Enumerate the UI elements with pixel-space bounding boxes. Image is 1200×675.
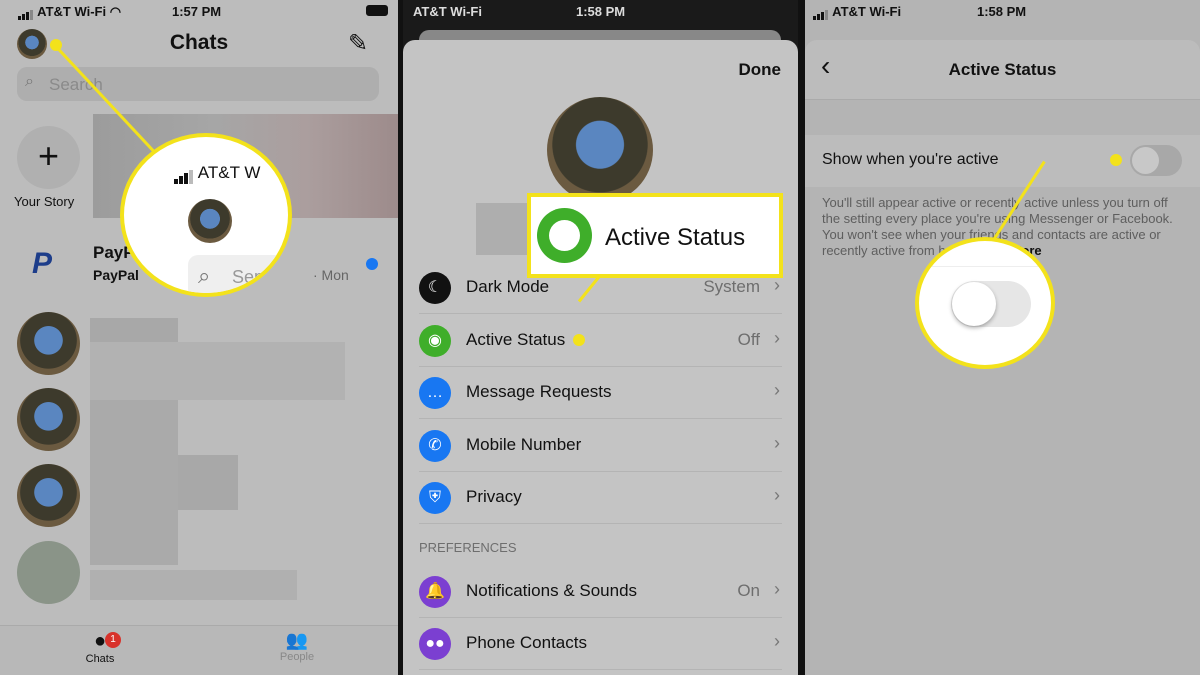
contacts-icon: ●● (419, 628, 451, 660)
chat-time: · Mon (313, 267, 349, 283)
status-bar: AT&T Wi-Fi (813, 4, 902, 21)
chevron-right-icon: › (774, 631, 780, 651)
search-input[interactable]: ⌕ Search (17, 67, 379, 101)
unread-dot (366, 258, 378, 270)
chat-avatar[interactable] (17, 312, 80, 375)
unread-badge: 1 (105, 632, 121, 648)
clock: 1:57 PM (172, 4, 222, 19)
nav-bar: ‹ Active Status (805, 40, 1200, 100)
toggle-zoomed (951, 281, 1031, 327)
callout-status: AT&T W (174, 163, 260, 184)
chat-avatar[interactable] (17, 541, 80, 604)
people-icon: 👥 (285, 630, 309, 650)
item-label: Dark Mode (466, 277, 550, 296)
phone-icon: ✆ (419, 429, 451, 462)
settings-item-notifications[interactable]: 🔔 Notifications & Sounds On › (419, 566, 782, 618)
compose-icon[interactable]: ✎ (348, 29, 368, 58)
callout-dot (50, 39, 62, 51)
settings-item-mobile-number[interactable]: ✆ Mobile Number › (419, 420, 782, 472)
item-value: On (737, 581, 760, 600)
chevron-right-icon: › (774, 579, 780, 599)
chevron-right-icon: › (774, 275, 780, 295)
callout-label: Active Status (605, 224, 746, 251)
item-value: System (703, 277, 760, 296)
callout-dot (1110, 154, 1122, 166)
shield-icon: ⛨ (419, 482, 451, 514)
toggle-row: Show when you're active (805, 135, 1200, 187)
blurred-chat (90, 342, 345, 400)
search-icon: ⌕ (25, 73, 34, 90)
add-story-button[interactable]: + (17, 126, 80, 189)
clock: 1:58 PM (576, 4, 626, 19)
chats-screen: AT&T Wi-Fi ◠ 1:57 PM Chats ✎ ⌕ Search + … (0, 0, 398, 675)
chat-bubble-icon: … (419, 377, 451, 409)
zoom-callout: Active Status (527, 193, 783, 278)
divider (919, 266, 1051, 267)
battery-icon (366, 5, 388, 16)
tab-people[interactable]: 👥 People (272, 630, 322, 663)
active-status-icon: ◉ (419, 324, 451, 357)
blurred-chat (178, 455, 238, 510)
section-header: PREFERENCES (419, 540, 517, 555)
signal-icon (813, 5, 829, 21)
active-toggle[interactable] (1130, 145, 1182, 176)
search-icon: ⌕ (198, 263, 211, 288)
your-story-label: Your Story (14, 194, 75, 209)
chat-preview: PayPal (93, 267, 139, 283)
chevron-right-icon: › (774, 432, 780, 453)
blurred-chat (90, 570, 297, 600)
item-label: Message Requests (466, 382, 612, 401)
zoom-callout: AT&T W ⌕ Sept f... (120, 133, 292, 297)
item-label: Privacy (466, 487, 522, 506)
chevron-right-icon: › (774, 380, 780, 400)
zoom-callout (915, 237, 1055, 369)
item-label: Phone Contacts (466, 633, 587, 652)
tab-chats[interactable]: ● Chats 1 (80, 630, 121, 665)
chat-avatar[interactable] (17, 388, 80, 451)
chevron-right-icon: › (774, 485, 780, 505)
blurred-chat (90, 400, 178, 565)
signal-icon (18, 5, 34, 21)
page-title: Active Status (948, 60, 1057, 79)
profile-photo[interactable] (547, 97, 653, 203)
settings-item-active-status[interactable]: ◉ Active Status Off › (419, 315, 782, 367)
callout-carrier: AT&T W (197, 163, 261, 182)
callout-search: ⌕ Sept f... (188, 255, 292, 293)
tab-label: Chats (85, 653, 115, 665)
status-bar: AT&T Wi-Fi (413, 4, 482, 19)
chevron-right-icon: › (774, 327, 780, 348)
tab-label: People (279, 651, 315, 663)
chat-avatar[interactable] (17, 464, 80, 527)
callout-search-text: Sept f... (232, 267, 292, 287)
signal-icon (174, 164, 194, 184)
settings-screen: AT&T Wi-Fi 1:58 PM Done ☾ Dark Mode System… (403, 0, 798, 675)
moon-icon: ☾ (419, 272, 451, 304)
clock: 1:58 PM (977, 4, 1027, 19)
item-label: Active Status (466, 329, 566, 349)
toggle-label: Show when you're active (822, 151, 999, 168)
carrier: AT&T Wi-Fi (37, 4, 107, 19)
bell-icon: 🔔 (419, 576, 451, 608)
settings-item-phone-contacts[interactable]: ●● Phone Contacts › (419, 618, 782, 670)
carrier: AT&T Wi-Fi (413, 4, 482, 19)
item-label: Mobile Number (466, 434, 582, 454)
done-button[interactable]: Done (739, 60, 782, 80)
item-value: Off (737, 329, 760, 349)
settings-item-privacy[interactable]: ⛨ Privacy › (419, 472, 782, 524)
item-label: Notifications & Sounds (466, 581, 638, 600)
tab-bar: ● Chats 1 👥 People (0, 625, 398, 675)
paypal-logo: P (32, 247, 53, 280)
blurred-chat (90, 318, 178, 342)
wifi-icon: ◠ (109, 4, 122, 19)
carrier: AT&T Wi-Fi (832, 4, 902, 19)
status-bar: AT&T Wi-Fi ◠ (18, 4, 122, 21)
settings-item-message-requests[interactable]: … Message Requests › (419, 367, 782, 419)
active-status-screen: AT&T Wi-Fi 1:58 PM ‹ Active Status Show … (805, 0, 1200, 675)
active-status-icon (537, 208, 592, 263)
settings-sheet: Done ☾ Dark Mode System › ◉ Active Status Off ›… (403, 40, 798, 675)
callout-dot (573, 334, 585, 346)
callout-avatar (188, 199, 232, 243)
